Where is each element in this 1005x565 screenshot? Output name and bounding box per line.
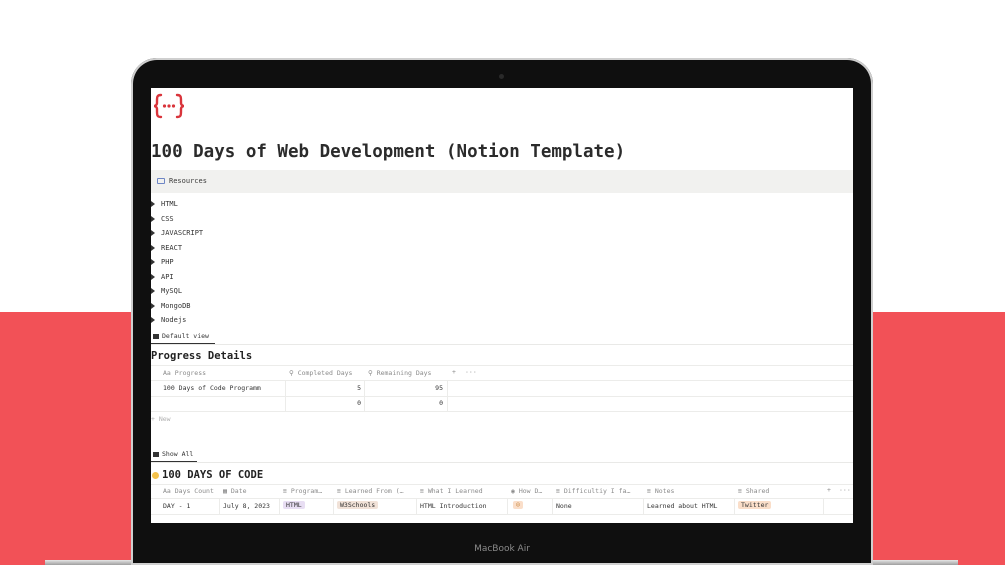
toggle-api[interactable]: API (151, 271, 174, 283)
add-column-button[interactable]: + (452, 368, 456, 376)
code-braces-logo-icon (153, 92, 185, 120)
page-title: 100 Days of Web Development (Notion Temp… (151, 142, 626, 162)
code-col-divider (552, 498, 553, 514)
difficulty-cell[interactable]: None (556, 502, 572, 510)
book-icon (157, 178, 165, 184)
text-icon: ≡ (420, 487, 424, 495)
code-header-top-line (151, 484, 853, 485)
column-difficulty[interactable]: ≡ Difficultiy I fa… (556, 487, 630, 495)
toggle-html[interactable]: HTML (151, 198, 178, 210)
progress-details-title: Progress Details (151, 350, 253, 362)
column-how-did[interactable]: ◉ How D… (511, 487, 542, 495)
camera-icon (499, 74, 504, 79)
toggle-arrow-icon (151, 288, 155, 294)
search-icon: ⚲ (289, 369, 294, 377)
code-col-divider (643, 498, 644, 514)
code-col-divider (734, 498, 735, 514)
toggle-arrow-icon (151, 230, 155, 236)
shared-cell[interactable]: Twitter (738, 501, 772, 509)
what-i-learned-cell[interactable]: HTML Introduction (420, 502, 487, 510)
toggle-arrow-icon (151, 302, 155, 309)
add-column-button[interactable]: + (827, 486, 831, 494)
toggle-php[interactable]: PHP (151, 256, 174, 268)
table-row-line (151, 514, 853, 515)
search-icon: ⚲ (368, 369, 373, 377)
toggle-mysql[interactable]: MySQL (151, 285, 182, 297)
select-icon: ◉ (511, 487, 515, 495)
column-program[interactable]: ≡ Program… (283, 487, 322, 495)
view-divider (151, 344, 853, 345)
view-divider (151, 462, 853, 463)
shared-tag: Twitter (738, 501, 772, 509)
notes-cell[interactable]: Learned about HTML (647, 502, 717, 510)
learned-from-tag: W3Schools (337, 501, 379, 509)
column-completed-days[interactable]: ⚲ Completed Days (289, 369, 352, 377)
remaining-days-cell[interactable]: 95 (364, 384, 443, 392)
callout-label: Resources (169, 177, 207, 185)
code-col-divider (219, 498, 220, 514)
calendar-icon: ▦ (223, 487, 227, 495)
list-icon: ≡ (738, 487, 742, 495)
more-options-button[interactable]: ··· (839, 486, 851, 494)
toggle-arrow-icon (151, 273, 155, 280)
toggle-arrow-icon (151, 201, 155, 207)
toggle-arrow-icon (151, 317, 155, 323)
column-shared[interactable]: ≡ Shared (738, 487, 769, 495)
code-db-title: 100 DAYS OF CODE (151, 469, 263, 481)
column-date[interactable]: ▦ Date (223, 487, 247, 495)
notion-page: 100 Days of Web Development (Notion Temp… (151, 88, 853, 523)
code-col-divider (333, 498, 334, 514)
resources-callout[interactable]: Resources (151, 170, 853, 193)
learned-from-cell[interactable]: W3Schools (337, 501, 379, 509)
laptop-frame: 100 Days of Web Development (Notion Temp… (131, 58, 873, 565)
column-days-count[interactable]: Aa Days Count (163, 487, 214, 495)
program-tag: HTML (283, 501, 305, 509)
toggle-arrow-icon (151, 215, 155, 222)
list-icon: ≡ (283, 487, 287, 495)
how-did-cell[interactable]: ☺ (513, 501, 523, 509)
remaining-days-cell[interactable]: 0 (364, 399, 443, 407)
completed-days-cell[interactable]: 5 (285, 384, 361, 392)
table-icon (153, 333, 159, 339)
toggle-css[interactable]: CSS (151, 213, 174, 225)
text-icon: ≡ (556, 487, 560, 495)
code-header-bottom-line (151, 498, 853, 499)
laptop-brand-label: MacBook Air (474, 544, 530, 554)
table-icon (153, 451, 159, 457)
toggle-arrow-icon (151, 244, 155, 251)
toggle-arrow-icon (151, 259, 155, 265)
column-notes[interactable]: ≡ Notes (647, 487, 674, 495)
list-icon: ≡ (337, 487, 341, 495)
code-col-divider (823, 498, 824, 514)
tab-show-all[interactable]: Show All (153, 450, 193, 458)
tab-default-view[interactable]: Default view (153, 332, 209, 340)
table-row-line (151, 411, 853, 412)
toggle-javascript[interactable]: JAVASCRIPT (151, 227, 203, 239)
new-row-button[interactable]: + New (151, 415, 171, 423)
table-row-line (151, 396, 853, 397)
toggle-react[interactable]: REACT (151, 242, 182, 254)
days-count-cell[interactable]: DAY - 1 (163, 502, 190, 510)
toggle-mongodb[interactable]: MongoDB (151, 300, 191, 312)
completed-days-cell[interactable]: 0 (285, 399, 361, 407)
column-progress[interactable]: Aa Progress (163, 369, 206, 377)
code-col-divider (507, 498, 508, 514)
progress-header-top-line (151, 365, 853, 366)
progress-header-bottom-line (151, 380, 853, 381)
column-learned-from[interactable]: ≡ Learned From (… (337, 487, 404, 495)
toggle-nodejs[interactable]: Nodejs (151, 314, 186, 326)
date-cell[interactable]: July 8, 2023 (223, 502, 270, 510)
code-col-divider (416, 498, 417, 514)
code-col-divider (279, 498, 280, 514)
text-icon: ≡ (647, 487, 651, 495)
progress-name-cell[interactable]: 100 Days of Code Programm (163, 384, 261, 392)
program-cell[interactable]: HTML (283, 501, 305, 509)
smile-emoji-icon: ☺ (513, 501, 523, 509)
column-what-i-learned[interactable]: ≡ What I Learned (420, 487, 483, 495)
column-remaining-days[interactable]: ⚲ Remaining Days (368, 369, 431, 377)
more-options-button[interactable]: ··· (465, 368, 477, 376)
emoji-icon (152, 471, 159, 479)
